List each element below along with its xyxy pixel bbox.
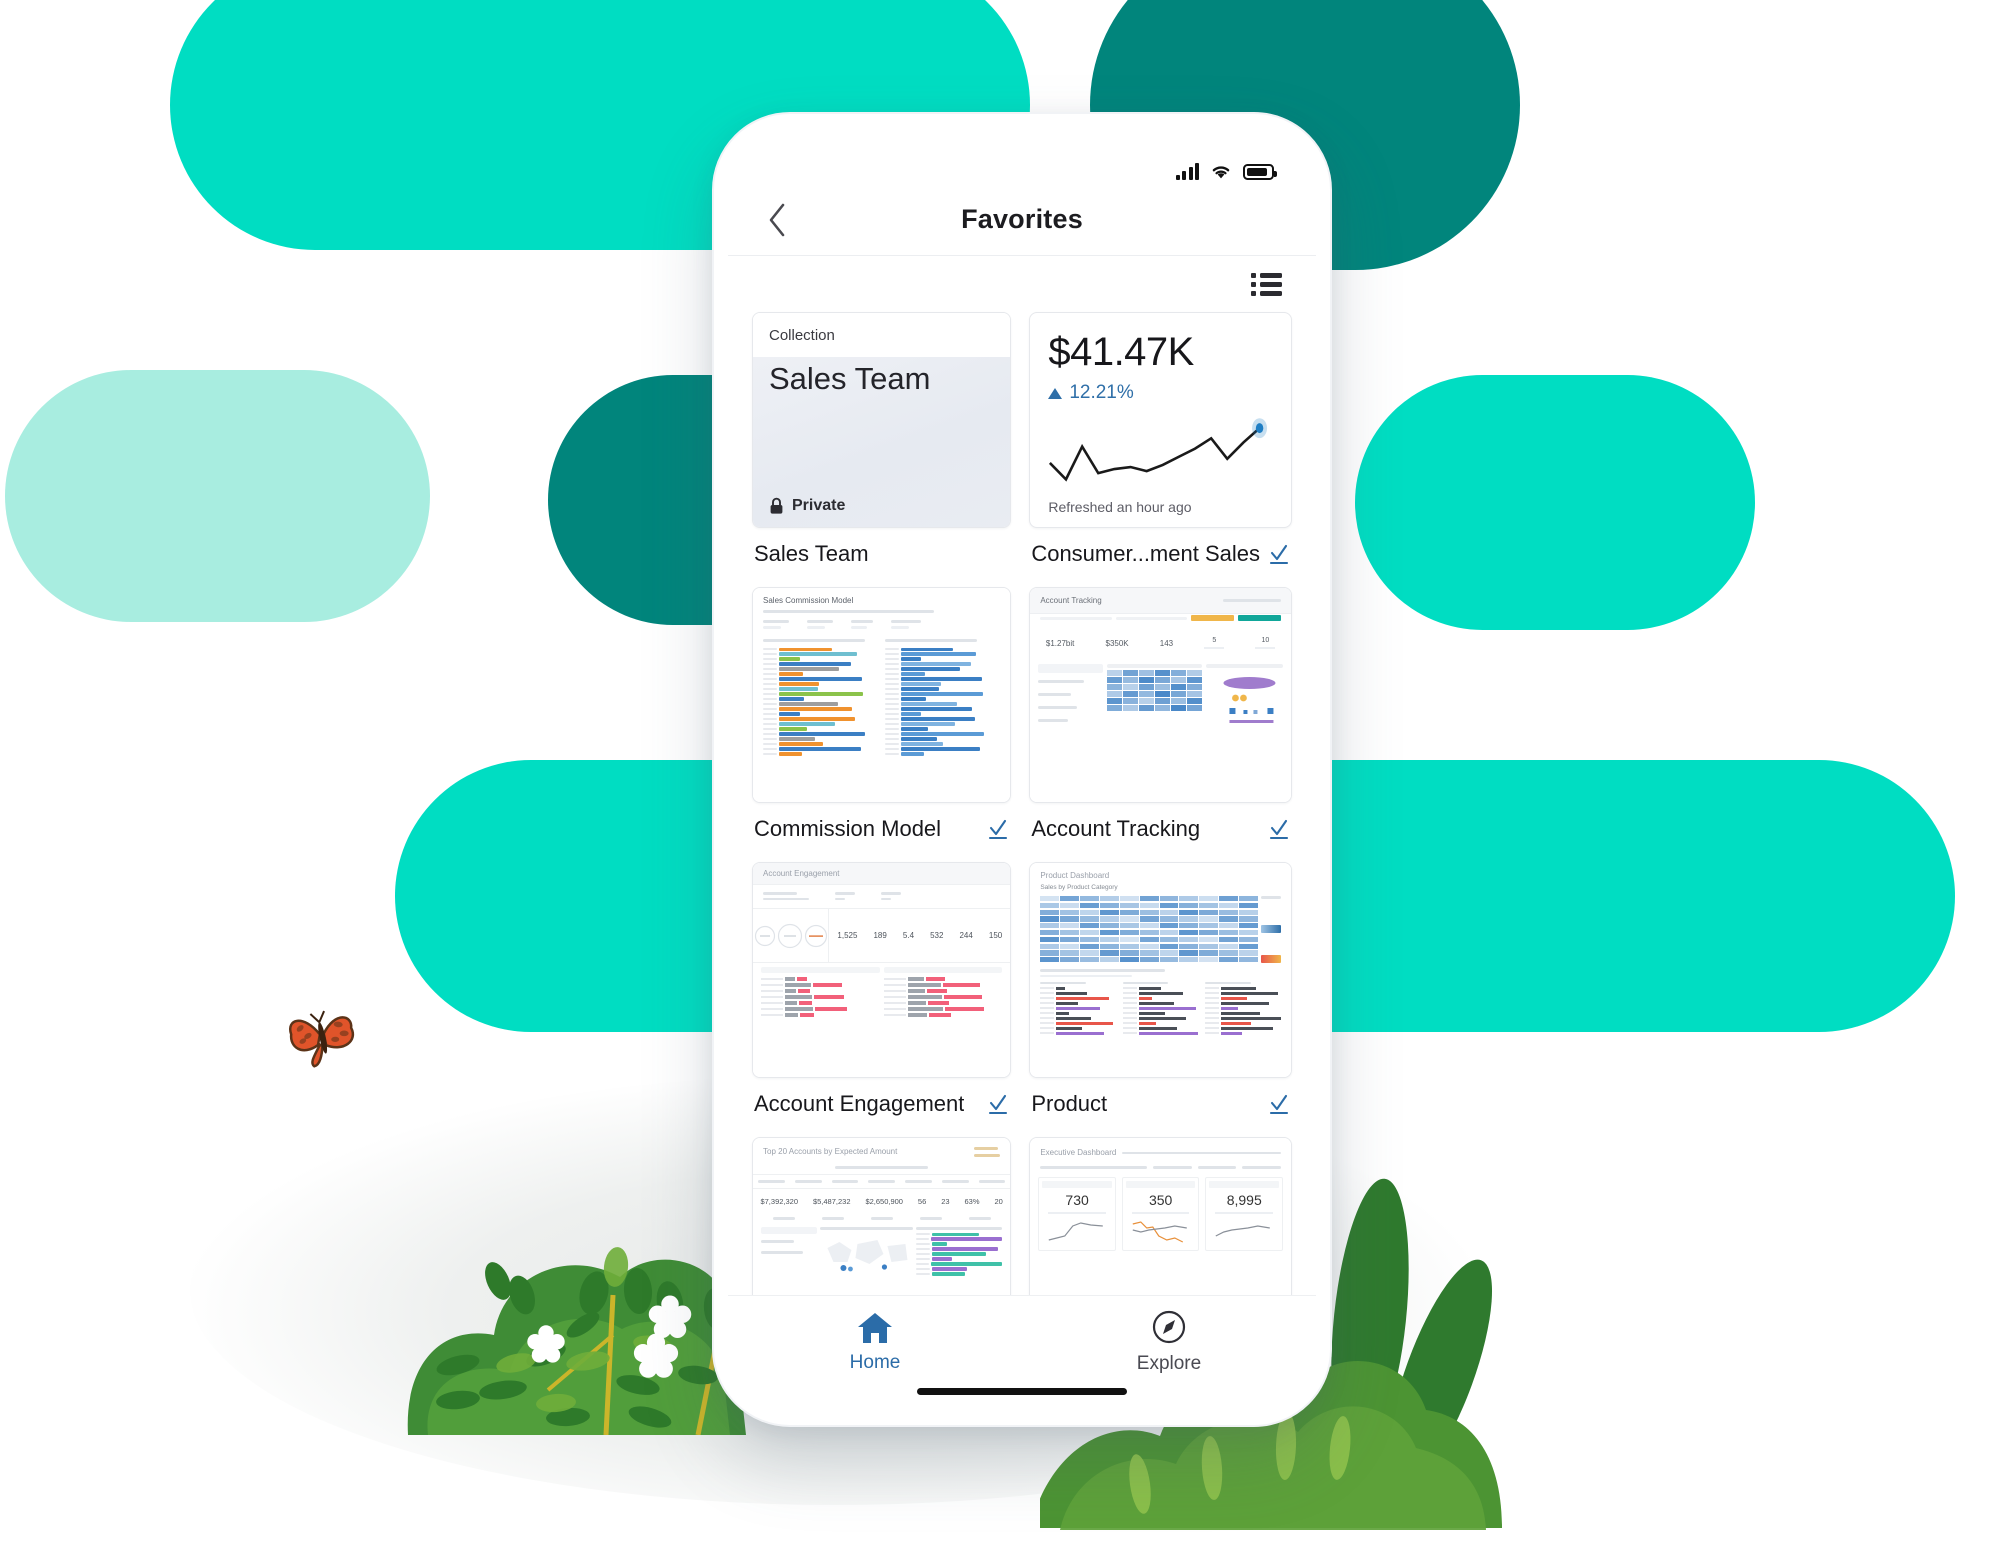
collection-title: Sales Team bbox=[769, 361, 931, 396]
dashboard-thumbnail[interactable]: Sales Commission Model bbox=[752, 587, 1012, 803]
chevron-left-icon bbox=[769, 203, 785, 236]
tile-label: Account Tracking bbox=[1031, 816, 1201, 841]
collection-thumbnail[interactable]: Collection Sales Team Private bbox=[752, 312, 1012, 528]
battery-icon bbox=[1243, 164, 1277, 180]
triangle-up-icon bbox=[1048, 387, 1063, 399]
list-view-icon[interactable] bbox=[1251, 272, 1282, 296]
tile-account-tracking[interactable]: Account Tracking $1.27bit$350K143510 bbox=[1029, 587, 1292, 842]
dashboard-thumbnail[interactable]: Account Tracking $1.27bit $350K 143 5 10 bbox=[1029, 587, 1292, 803]
kpi-refreshed: Refreshed an hour ago bbox=[1048, 499, 1192, 515]
kpi-sparkline bbox=[1048, 410, 1273, 497]
thumb-title: Executive Dashboard bbox=[1040, 1148, 1117, 1157]
tab-bar: Home Explore bbox=[728, 1295, 1316, 1411]
blob-mid-right-bright bbox=[1355, 375, 1755, 630]
page-root: Favorites Collection Sales Team Private … bbox=[0, 0, 2000, 1550]
tile-label: Sales Team bbox=[754, 541, 869, 566]
page-title: Favorites bbox=[961, 204, 1083, 234]
favorite-check-icon[interactable] bbox=[1268, 1093, 1290, 1115]
tile-sales-team[interactable]: Collection Sales Team Private Sales Team bbox=[752, 312, 1012, 567]
kpi-delta: 12.21% bbox=[1048, 382, 1273, 404]
tile-label: Commission Model bbox=[754, 816, 942, 841]
tile-account-engagement[interactable]: Account Engagement 1,525 189 5.4 532 244… bbox=[752, 862, 1012, 1117]
privacy-label: Private bbox=[792, 497, 846, 514]
blob-mid-left-mint bbox=[5, 370, 430, 622]
favorite-check-icon[interactable] bbox=[1268, 543, 1290, 565]
thumb-title: Sales Commission Model bbox=[763, 596, 854, 605]
dashboard-thumbnail[interactable]: Product Dashboard Sales by Product Categ… bbox=[1029, 862, 1292, 1078]
tab-label: Home bbox=[849, 1352, 901, 1373]
privacy-badge: Private bbox=[769, 497, 994, 515]
favorite-check-icon[interactable] bbox=[987, 1093, 1009, 1115]
tile-label: Account Engagement bbox=[754, 1091, 965, 1116]
tile-consumer-sales[interactable]: $41.47K 12.21% Refreshed an hour ago Con… bbox=[1029, 312, 1292, 567]
phone-screen: Favorites Collection Sales Team Private … bbox=[728, 128, 1316, 1411]
tile-product[interactable]: Product Dashboard Sales by Product Categ… bbox=[1029, 862, 1292, 1117]
home-indicator bbox=[917, 1388, 1127, 1395]
kpi-thumbnail[interactable]: $41.47K 12.21% Refreshed an hour ago bbox=[1029, 312, 1292, 528]
thumb-subtitle: Sales by Product Category bbox=[1040, 884, 1118, 891]
thumb-title: Product Dashboard bbox=[1040, 871, 1110, 880]
phone-frame: Favorites Collection Sales Team Private … bbox=[712, 112, 1332, 1427]
status-bar bbox=[728, 128, 1316, 184]
dashboard-thumbnail[interactable]: Account Engagement 1,525 189 5.4 532 244… bbox=[752, 862, 1012, 1078]
tile-label: Product bbox=[1031, 1091, 1108, 1116]
tile-label: Consumer...ment Sales bbox=[1031, 541, 1260, 566]
back-button[interactable] bbox=[754, 197, 800, 243]
kpi-delta-value: 12.21% bbox=[1069, 382, 1134, 403]
sparkline-chart bbox=[1048, 418, 1268, 497]
favorite-check-icon[interactable] bbox=[1268, 818, 1290, 840]
monarch-butterfly-icon bbox=[288, 1010, 355, 1068]
thumb-title: Account Engagement bbox=[763, 869, 840, 878]
favorite-check-icon[interactable] bbox=[987, 818, 1009, 840]
tile-commission-model[interactable]: Sales Commission Model Commission Model bbox=[752, 587, 1012, 842]
wifi-icon bbox=[1212, 166, 1230, 179]
thumb-title: Account Tracking bbox=[1040, 596, 1102, 605]
kpi-value: $41.47K bbox=[1048, 330, 1194, 374]
nav-bar: Favorites bbox=[728, 184, 1316, 256]
favorites-grid: Collection Sales Team Private Sales Team… bbox=[728, 312, 1316, 1382]
compass-icon bbox=[1152, 1310, 1186, 1344]
tab-label: Explore bbox=[1136, 1353, 1202, 1374]
home-icon bbox=[858, 1313, 892, 1343]
thumb-title: Top 20 Accounts by Expected Amount bbox=[763, 1147, 898, 1156]
lock-icon bbox=[770, 497, 783, 514]
cellular-signal-icon bbox=[1175, 163, 1199, 180]
toolbar bbox=[728, 256, 1316, 312]
left-flowering-shrub bbox=[407, 1247, 746, 1435]
collection-eyebrow: Collection bbox=[753, 313, 1011, 357]
